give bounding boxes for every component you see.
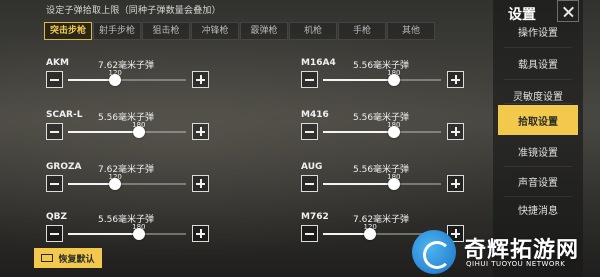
slider-fill (323, 79, 394, 81)
watermark-logo-icon (412, 230, 456, 274)
ammo-limit-slider[interactable] (68, 74, 186, 86)
minus-icon (50, 183, 59, 185)
side-item-controls[interactable]: 操作设置 (498, 16, 578, 46)
weapon-row: M416 5.56毫米子弹 180 (301, 110, 471, 156)
increase-button[interactable] (192, 175, 209, 192)
plus-icon-vertical (455, 179, 457, 188)
ammo-limit-slider[interactable] (323, 126, 441, 138)
weapon-row: SCAR-L 5.56毫米子弹 180 (46, 110, 216, 156)
slider-fill (323, 233, 371, 235)
plus-icon-vertical (200, 179, 202, 188)
divider (504, 103, 572, 104)
decrease-button[interactable] (301, 175, 318, 192)
weapon-name: AKM (46, 58, 69, 68)
weapon-name: M16A4 (301, 58, 336, 68)
plus-icon-vertical (455, 75, 457, 84)
watermark-subtitle: QIHUI TUOYOU NETWORK (466, 260, 566, 268)
weapon-category-tabs: 突击步枪 射手步枪 狙击枪 冲锋枪 霰弹枪 机枪 手枪 其他 (44, 22, 436, 40)
slider-fill (68, 233, 139, 235)
minus-icon (305, 79, 314, 81)
slider-fill (323, 183, 394, 185)
slider-fill (68, 183, 116, 185)
tab-pistol[interactable]: 手枪 (338, 22, 386, 40)
slider-fill (323, 131, 394, 133)
slider-knob[interactable] (132, 126, 145, 138)
slider-knob[interactable] (364, 228, 377, 240)
restore-default-button[interactable]: 恢复默认 (34, 248, 102, 268)
slider-knob[interactable] (387, 178, 400, 190)
tab-marksman-rifle[interactable]: 射手步枪 (93, 22, 141, 40)
minus-icon (50, 131, 59, 133)
side-item-quick-message[interactable]: 快捷消息 (498, 194, 578, 224)
weapon-name: AUG (301, 162, 323, 172)
slider-knob[interactable] (387, 74, 400, 86)
tab-machine-gun[interactable]: 机枪 (289, 22, 337, 40)
slider-fill (68, 131, 139, 133)
side-item-scope[interactable]: 准镜设置 (498, 136, 578, 166)
minus-icon (50, 79, 59, 81)
decrease-button[interactable] (46, 71, 63, 88)
weapon-name: M762 (301, 212, 329, 222)
ammo-limit-slider[interactable] (323, 74, 441, 86)
decrease-button[interactable] (301, 123, 318, 140)
pickup-limit-note: 设定子弹拾取上限（同种子弹数量会叠加） (46, 6, 221, 16)
slider-knob[interactable] (109, 178, 122, 190)
slider-knob[interactable] (109, 74, 122, 86)
tab-smg[interactable]: 冲锋枪 (191, 22, 239, 40)
weapon-name: QBZ (46, 212, 68, 222)
minus-icon (305, 183, 314, 185)
tab-other[interactable]: 其他 (387, 22, 435, 40)
decrease-button[interactable] (301, 71, 318, 88)
increase-button[interactable] (192, 71, 209, 88)
ammo-limit-slider[interactable] (323, 178, 441, 190)
ammo-limit-slider[interactable] (68, 228, 186, 240)
plus-icon-vertical (200, 127, 202, 136)
tab-shotgun[interactable]: 霰弹枪 (240, 22, 288, 40)
increase-button[interactable] (447, 71, 464, 88)
decrease-button[interactable] (301, 225, 318, 242)
increase-button[interactable] (447, 175, 464, 192)
weapon-row: M16A4 5.56毫米子弹 180 (301, 58, 471, 104)
weapon-row: GROZA 7.62毫米子弹 120 (46, 162, 216, 208)
weapon-name: GROZA (46, 162, 82, 172)
decrease-button[interactable] (46, 175, 63, 192)
tab-sniper-rifle[interactable]: 狙击枪 (142, 22, 190, 40)
minus-icon (305, 233, 314, 235)
restore-icon (41, 254, 54, 262)
minus-icon (305, 131, 314, 133)
slider-knob[interactable] (387, 126, 400, 138)
watermark: 奇辉拓游网 QIHUI TUOYOU NETWORK (408, 226, 600, 277)
tab-assault-rifle[interactable]: 突击步枪 (44, 22, 92, 40)
ammo-limit-slider[interactable] (68, 126, 186, 138)
plus-icon-vertical (455, 127, 457, 136)
plus-icon-vertical (200, 75, 202, 84)
slider-fill (68, 79, 116, 81)
decrease-button[interactable] (46, 225, 63, 242)
slider-knob[interactable] (132, 228, 145, 240)
decrease-button[interactable] (46, 123, 63, 140)
plus-icon-vertical (200, 229, 202, 238)
increase-button[interactable] (192, 123, 209, 140)
weapon-name: SCAR-L (46, 110, 83, 120)
restore-label: 恢复默认 (58, 254, 95, 265)
increase-button[interactable] (447, 123, 464, 140)
minus-icon (50, 233, 59, 235)
side-item-pickup[interactable]: 拾取设置 (498, 105, 578, 135)
side-item-vehicle[interactable]: 载具设置 (498, 48, 578, 78)
increase-button[interactable] (192, 225, 209, 242)
ammo-limit-slider[interactable] (68, 178, 186, 190)
side-item-sound[interactable]: 声音设置 (498, 166, 578, 196)
weapon-row: AUG 5.56毫米子弹 180 (301, 162, 471, 208)
weapon-name: M416 (301, 110, 329, 120)
weapon-row: AKM 7.62毫米子弹 120 (46, 58, 216, 104)
